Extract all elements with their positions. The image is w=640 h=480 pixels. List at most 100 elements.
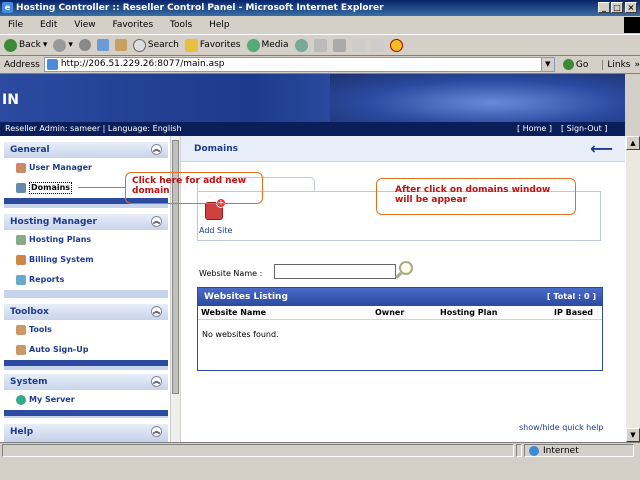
sidebar-section-toolbox: Toolbox ︽ Tools Auto Sign-Up [4,304,168,370]
collapse-icon[interactable]: ︽ [151,144,162,155]
col-ip-based[interactable]: IP Based [554,306,593,320]
stop-icon[interactable] [78,39,91,51]
chevron-down-icon: ▾ [68,40,73,50]
section-header-system[interactable]: System ︽ [4,374,168,390]
status-text [2,444,514,457]
discuss-icon[interactable] [370,38,384,52]
collapse-icon[interactable]: ︽ [151,426,162,437]
collapse-icon[interactable]: ︽ [151,306,162,317]
menu-file[interactable]: File [8,20,23,30]
windows-logo-icon [624,17,640,33]
menu-favorites[interactable]: Favorites [112,20,153,30]
banner-title: IN [2,92,19,108]
quick-help-link[interactable]: show/hide quick help [519,423,603,432]
sidebar-section-hosting: Hosting Manager ︽ Hosting Plans Billing … [4,214,168,298]
col-website-name[interactable]: Website Name [201,306,266,320]
back-arrow-icon[interactable]: ⟵ [590,136,613,162]
menu-edit[interactable]: Edit [40,20,57,30]
menu-tools[interactable]: Tools [170,20,192,30]
forward-button[interactable]: ▾ [53,38,73,52]
media-icon [246,38,260,52]
website-name-label: Website Name : [199,269,263,278]
section-header-hosting[interactable]: Hosting Manager ︽ [4,214,168,230]
sidebar-item-my-server[interactable]: My Server [4,390,168,410]
home-icon[interactable] [114,39,127,51]
address-dropdown-icon[interactable]: ▼ [540,58,554,71]
status-zone: Internet [524,444,634,457]
billing-icon [16,255,26,265]
chevron-right-icon: » [634,59,640,70]
go-button[interactable]: Go [562,59,588,70]
page-icon [46,59,58,70]
chevron-down-icon: ▾ [42,40,48,50]
maximize-button[interactable]: □ [611,2,623,13]
scroll-down-button[interactable]: ▼ [626,428,640,442]
annotation-add-domain: Click here for add new domain [125,172,263,204]
user-info-bar: Reseller Admin: sameer | Language: Engli… [0,122,625,136]
annotation-connector [78,187,125,188]
history-icon[interactable] [294,38,308,52]
reports-icon [16,275,26,285]
address-bar: Address http://206.51.229.26:8077/main.a… [0,56,640,74]
address-label: Address [4,59,40,70]
app-banner: IN [0,74,625,122]
section-header-help[interactable]: Help ︽ [4,424,168,440]
search-button[interactable]: Search [132,38,179,52]
main-header: Domains ⟵ [181,136,625,162]
sidebar-item-billing-system[interactable]: Billing System [4,250,168,270]
home-link[interactable]: [ Home ] [517,122,552,136]
domains-icon [16,183,26,193]
sidebar-item-tools[interactable]: Tools [4,320,168,340]
close-button[interactable]: × [625,2,637,13]
users-icon [16,163,26,173]
print-icon[interactable] [332,38,346,52]
listing-title: Websites Listing [204,292,288,302]
back-arrow-icon [4,38,17,52]
signout-link[interactable]: [ Sign-Out ] [561,122,607,136]
listing-total: [ Total : 0 ] [546,292,596,301]
go-arrow-icon [562,59,574,70]
section-title: System [10,377,48,387]
sidebar-item-auto-signup[interactable]: Auto Sign-Up [4,340,168,360]
collapse-icon[interactable]: ︽ [151,216,162,227]
col-hosting-plan[interactable]: Hosting Plan [440,306,497,320]
menu-view[interactable]: View [74,20,95,30]
sidebar-item-hosting-plans[interactable]: Hosting Plans [4,230,168,250]
section-title: Toolbox [10,307,49,317]
menu-help[interactable]: Help [209,20,230,30]
tools-icon [16,325,26,335]
server-globe-icon [16,395,26,405]
favorites-button[interactable]: Favorites [184,38,241,52]
browser-toolbar: Back ▾ ▾ Search Favorites Media [0,34,640,56]
sidebar-section-system: System ︽ My Server [4,374,168,418]
website-name-input[interactable] [274,264,396,279]
status-bar: Internet [0,442,640,458]
scroll-up-button[interactable]: ▲ [626,136,640,150]
minimize-button[interactable]: _ [598,2,610,13]
user-info-text: Reseller Admin: sameer | Language: Engli… [5,124,182,133]
sidebar-item-reports[interactable]: Reports [4,270,168,290]
mail-icon[interactable] [313,38,327,52]
refresh-icon[interactable] [96,39,109,51]
address-url: http://206.51.229.26:8077/main.asp [60,59,225,69]
plans-icon [16,235,26,245]
media-button[interactable]: Media [246,38,289,52]
window-title: Hosting Controller :: Reseller Control P… [16,3,384,13]
page-scrollbar[interactable]: ▲ ▼ [625,136,640,442]
listing-header: Websites Listing [ Total : 0 ] [198,288,602,306]
collapse-icon[interactable]: ︽ [151,376,162,387]
section-header-toolbox[interactable]: Toolbox ︽ [4,304,168,320]
section-header-general[interactable]: General ︽ [4,142,168,158]
address-input[interactable]: http://206.51.229.26:8077/main.asp ▼ [43,57,555,72]
empty-message: No websites found. [202,330,279,339]
back-button[interactable]: Back ▾ [4,38,48,52]
add-site-label[interactable]: Add Site [199,226,232,235]
signup-icon [16,345,26,355]
add-site-icon[interactable]: + [205,198,226,220]
ie-logo-icon: e [2,2,13,13]
links-button[interactable]: Links [602,59,630,70]
col-owner[interactable]: Owner [375,306,404,320]
edit-icon[interactable] [351,38,365,52]
banner-globe-graphic [330,74,625,122]
messenger-icon[interactable] [389,38,403,52]
